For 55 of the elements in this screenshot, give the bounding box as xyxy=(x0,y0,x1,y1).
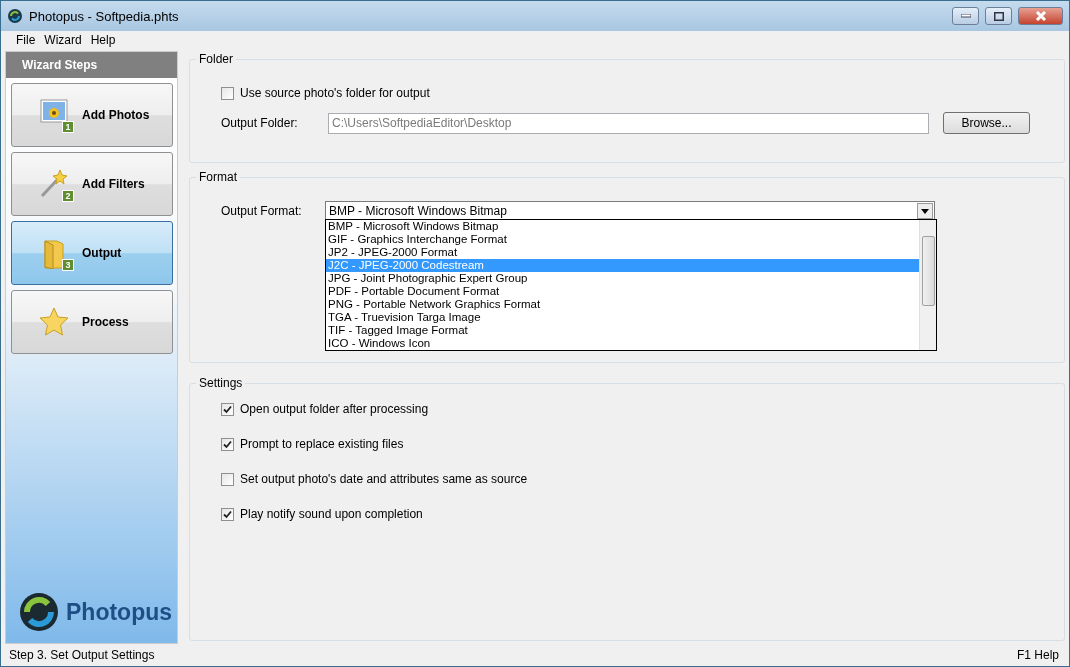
wizard-step-button[interactable]: 3 Output xyxy=(11,221,173,285)
dropdown-option[interactable]: GIF - Graphics Interchange Format xyxy=(326,233,919,246)
group-title: Folder xyxy=(196,52,236,66)
output-folder-field[interactable]: C:\Users\SoftpediaEditor\Desktop xyxy=(328,112,929,134)
dropdown-option[interactable]: ICO - Windows Icon xyxy=(326,337,919,350)
status-text: Step 3. Set Output Settings xyxy=(9,648,155,662)
browse-button[interactable]: Browse... xyxy=(943,112,1030,134)
scrollbar[interactable] xyxy=(919,220,936,350)
checkbox-label: Play notify sound upon completion xyxy=(240,507,423,521)
checkbox[interactable] xyxy=(221,472,234,486)
logo-text: Photopus xyxy=(66,598,173,626)
close-icon xyxy=(1034,11,1047,21)
field-label: Output Format: xyxy=(221,204,303,218)
dropdown-option[interactable]: TGA - Truevision Targa Image xyxy=(326,311,919,324)
checkbox-label: Set output photo's date and attributes same as source xyxy=(240,472,528,486)
step-number-badge: 3 xyxy=(62,259,74,271)
checkbox[interactable] xyxy=(221,86,234,100)
checkbox-label: Prompt to replace existing files xyxy=(240,437,404,451)
dropdown-option[interactable]: TIF - Tagged Image Format xyxy=(326,324,919,337)
step-number-badge: 1 xyxy=(62,121,74,133)
photo-icon xyxy=(40,99,68,123)
group-title: Format xyxy=(196,170,240,184)
dropdown-option[interactable]: JPG - Joint Photographic Expert Group xyxy=(326,272,919,285)
magic-wand-icon xyxy=(39,168,69,198)
menu-item[interactable]: Help xyxy=(90,33,116,47)
dropdown-option[interactable]: PNG - Portable Network Graphics Format xyxy=(326,298,919,311)
wizard-step-button[interactable]: Process xyxy=(11,290,173,354)
wizard-step-button[interactable]: 2 Add Filters xyxy=(11,152,173,216)
format-dropdown[interactable]: BMP - Microsoft Windows Bitmap xyxy=(325,201,935,221)
checkbox[interactable] xyxy=(221,437,234,451)
sidebar-header: Wizard Steps xyxy=(6,52,177,78)
wizard-step-button[interactable]: 1 Add Photos xyxy=(11,83,173,147)
checkbox-label: Open output folder after processing xyxy=(240,402,429,416)
minimize-button[interactable] xyxy=(952,7,979,25)
menu-item[interactable]: File xyxy=(16,33,36,47)
field-label: Output Folder: xyxy=(221,116,299,130)
dropdown-option[interactable]: JP2 - JPEG-2000 Format xyxy=(326,246,919,259)
app-logo-icon xyxy=(7,8,23,24)
maximize-button[interactable] xyxy=(985,7,1012,25)
step-number-badge: 2 xyxy=(62,190,74,202)
checkbox[interactable] xyxy=(221,402,234,416)
window-title: Photopus - Softpedia.phts xyxy=(29,8,180,24)
star-icon xyxy=(38,306,70,338)
maximize-icon xyxy=(993,11,1004,21)
checkbox-label: Use source photo's folder for output xyxy=(240,86,430,100)
status-help-text: F1 Help xyxy=(1016,648,1059,662)
dropdown-option[interactable]: PDF - Portable Document Format xyxy=(326,285,919,298)
minimize-icon xyxy=(960,14,971,18)
dropdown-option[interactable]: BMP - Microsoft Windows Bitmap xyxy=(326,220,919,233)
menu-item[interactable]: Wizard xyxy=(44,33,82,47)
close-button[interactable] xyxy=(1018,7,1063,25)
group-title: Settings xyxy=(196,376,246,390)
app-logo-icon xyxy=(18,591,60,633)
checkbox[interactable] xyxy=(221,507,234,521)
folder-icon xyxy=(41,237,67,269)
